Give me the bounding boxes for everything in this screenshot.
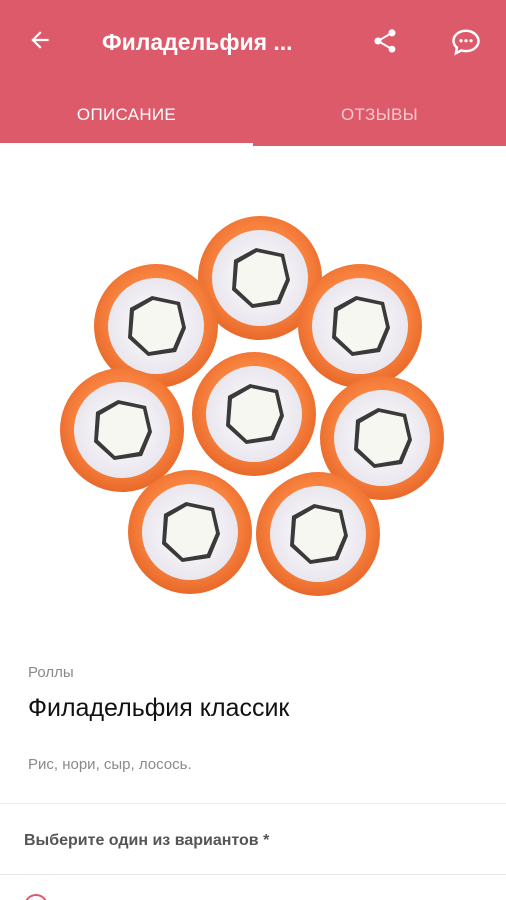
tab-reviews[interactable]: ОТЗЫВЫ	[253, 84, 506, 146]
reviews-chat-button[interactable]	[446, 22, 486, 62]
page-title: Филадельфия ...	[102, 29, 293, 55]
product-ingredients: Рис, нори, сыр, лосось.	[28, 756, 192, 773]
variant-option[interactable]	[0, 876, 506, 900]
share-icon	[374, 29, 396, 53]
toolbar: Филадельфия ...	[0, 0, 506, 84]
divider	[0, 874, 506, 875]
product-image	[26, 176, 480, 636]
tab-description[interactable]: ОПИСАНИЕ	[0, 84, 253, 146]
product-name: Филадельфия классик	[28, 694, 290, 722]
radio-button[interactable]	[24, 894, 48, 900]
variants-label: Выберите один из вариантов *	[24, 832, 270, 849]
arrow-left-icon	[31, 31, 49, 49]
app-bar: Филадельфия ... ОПИСАНИЕ ОТЗЫВЫ	[0, 0, 506, 146]
active-tab-indicator	[0, 143, 253, 146]
back-button[interactable]	[22, 22, 58, 58]
chat-icon	[452, 29, 480, 56]
share-button[interactable]	[366, 22, 404, 60]
product-category: Роллы	[28, 664, 74, 681]
tab-bar: ОПИСАНИЕ ОТЗЫВЫ	[0, 84, 506, 146]
divider	[0, 803, 506, 804]
